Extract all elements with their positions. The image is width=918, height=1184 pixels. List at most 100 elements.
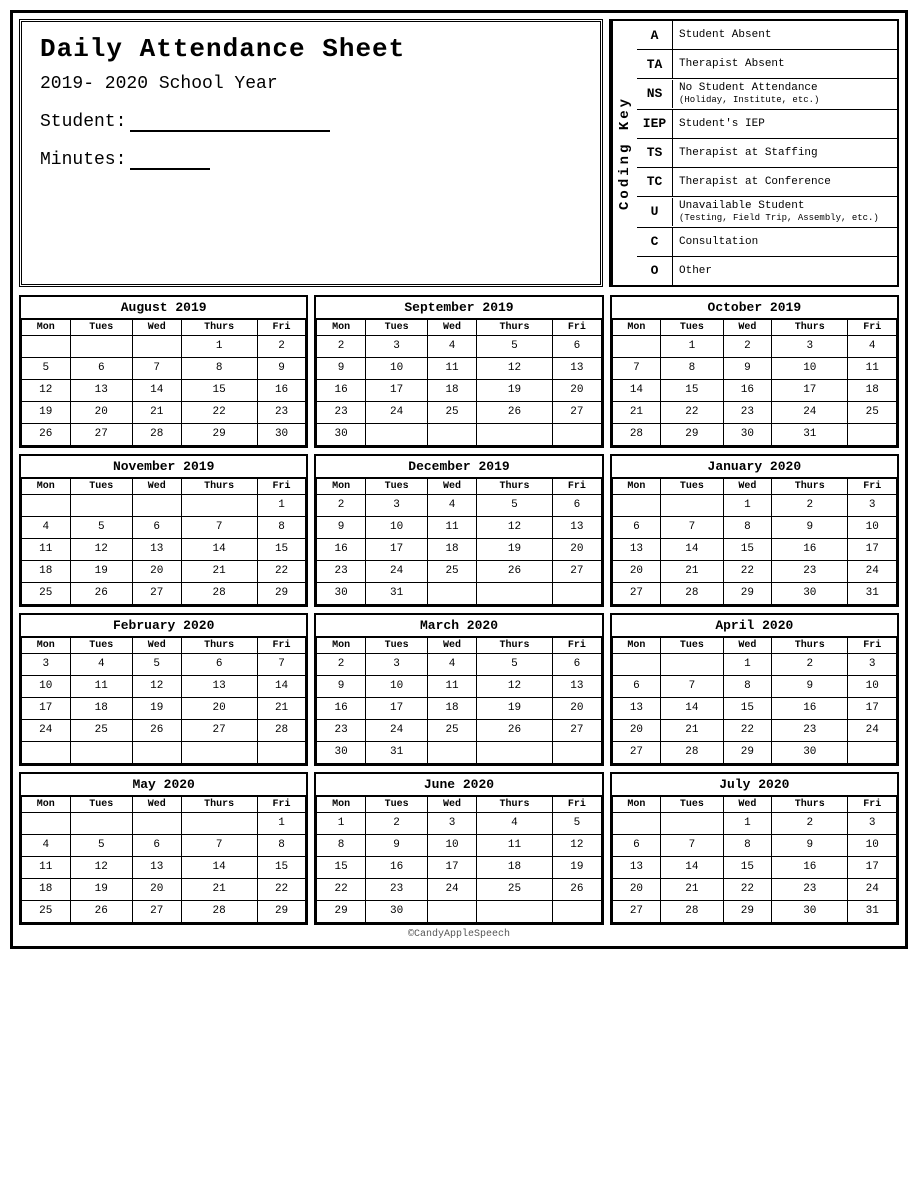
day-header: Thurs: [772, 319, 848, 335]
calendar-day: 13: [132, 856, 181, 878]
calendar-day: 5: [476, 494, 552, 516]
calendar-day: 3: [848, 812, 897, 834]
table-row: 1718192021: [22, 697, 306, 719]
table-row: 23456: [317, 653, 601, 675]
calendar-day: [661, 812, 723, 834]
table-row: 910111213: [317, 516, 601, 538]
calendar-day: 9: [365, 834, 427, 856]
top-section: Daily Attendance Sheet 2019- 2020 School…: [19, 19, 899, 287]
calendar-day: 19: [476, 538, 552, 560]
day-header: Tues: [661, 478, 723, 494]
table-row: 23456: [317, 494, 601, 516]
coding-key-code: NS: [637, 80, 673, 108]
calendar-day: 15: [257, 538, 306, 560]
calendar-day: 13: [70, 379, 132, 401]
calendar-day: 11: [476, 834, 552, 856]
calendar-day: 12: [22, 379, 71, 401]
calendar-day: 13: [553, 516, 602, 538]
calendar-day: 6: [553, 653, 602, 675]
calendar-day: [848, 423, 897, 445]
calendar-day: 24: [22, 719, 71, 741]
calendar-day: [70, 741, 132, 763]
calendar-day: 6: [132, 834, 181, 856]
table-row: 1: [22, 494, 306, 516]
table-row: 678910: [612, 516, 896, 538]
calendar-day: 12: [132, 675, 181, 697]
calendar-table: MonTuesWedThursFri1456781112131415181920…: [21, 478, 306, 605]
calendar-day: 29: [257, 582, 306, 604]
table-row: 34567: [22, 653, 306, 675]
calendar-day: 20: [181, 697, 257, 719]
calendar-title: May 2020: [21, 774, 306, 796]
table-row: 2728293031: [612, 900, 896, 922]
calendar-day: [365, 423, 427, 445]
day-header: Tues: [365, 319, 427, 335]
day-header: Thurs: [476, 319, 552, 335]
calendars-grid: August 2019MonTuesWedThursFri12567891213…: [19, 295, 899, 925]
calendar-day: 16: [723, 379, 772, 401]
calendar-day: 28: [181, 582, 257, 604]
calendar-box: May 2020MonTuesWedThursFri14567811121314…: [19, 772, 308, 925]
calendar-day: 18: [476, 856, 552, 878]
calendar-day: 20: [553, 379, 602, 401]
day-header: Wed: [132, 796, 181, 812]
table-row: 1112131415: [22, 856, 306, 878]
calendar-day: 11: [848, 357, 897, 379]
calendar-title: August 2019: [21, 297, 306, 319]
calendar-day: 1: [257, 494, 306, 516]
calendar-table: MonTuesWedThursFri1456781112131415181920…: [21, 796, 306, 923]
calendar-day: [612, 494, 661, 516]
calendar-day: 13: [132, 538, 181, 560]
calendar-day: 20: [612, 560, 661, 582]
table-row: 2122232425: [612, 401, 896, 423]
calendar-day: 18: [428, 379, 477, 401]
calendar-day: [476, 423, 552, 445]
table-row: 678910: [612, 834, 896, 856]
calendar-day: 28: [661, 582, 723, 604]
coding-key-desc: Therapist at Staffing: [673, 144, 824, 162]
calendar-day: 14: [257, 675, 306, 697]
calendar-day: 4: [848, 335, 897, 357]
day-header: Wed: [723, 478, 772, 494]
calendar-day: 31: [848, 582, 897, 604]
day-header: Thurs: [772, 796, 848, 812]
calendar-day: 3: [772, 335, 848, 357]
day-header: Mon: [317, 478, 366, 494]
coding-key-code: C: [637, 228, 673, 256]
calendar-box: July 2020MonTuesWedThursFri1236789101314…: [610, 772, 899, 925]
calendar-title: October 2019: [612, 297, 897, 319]
day-header: Tues: [661, 319, 723, 335]
calendar-day: 5: [22, 357, 71, 379]
calendar-day: 28: [612, 423, 661, 445]
calendar-day: [22, 335, 71, 357]
calendar-box: February 2020MonTuesWedThursFri345671011…: [19, 613, 308, 766]
calendar-day: 9: [317, 675, 366, 697]
student-line: [130, 130, 330, 132]
coding-key-row: TATherapist Absent: [637, 50, 897, 79]
table-row: 2627282930: [22, 423, 306, 445]
calendar-day: 19: [22, 401, 71, 423]
coding-key-desc: Unavailable Student(Testing, Field Trip,…: [673, 197, 885, 227]
calendar-day: 7: [181, 516, 257, 538]
calendar-table: MonTuesWedThursFri3456710111213141718192…: [21, 637, 306, 764]
calendar-day: 11: [428, 516, 477, 538]
calendar-day: 30: [723, 423, 772, 445]
coding-key-desc: Student's IEP: [673, 115, 771, 133]
calendar-day: 16: [257, 379, 306, 401]
calendar-day: [70, 494, 132, 516]
calendar-day: [132, 335, 181, 357]
calendar-day: 20: [612, 878, 661, 900]
calendar-day: 8: [723, 675, 772, 697]
day-header: Fri: [848, 478, 897, 494]
table-row: 2324252627: [317, 560, 601, 582]
calendar-day: 16: [317, 379, 366, 401]
calendar-day: 7: [257, 653, 306, 675]
school-year: 2019- 2020 School Year: [40, 74, 582, 94]
calendar-box: October 2019MonTuesWedThursFri1234789101…: [610, 295, 899, 448]
day-header: Mon: [612, 319, 661, 335]
table-row: 1314151617: [612, 697, 896, 719]
calendar-day: 28: [181, 900, 257, 922]
calendar-day: [476, 900, 552, 922]
calendar-day: [132, 494, 181, 516]
day-header: Fri: [553, 637, 602, 653]
